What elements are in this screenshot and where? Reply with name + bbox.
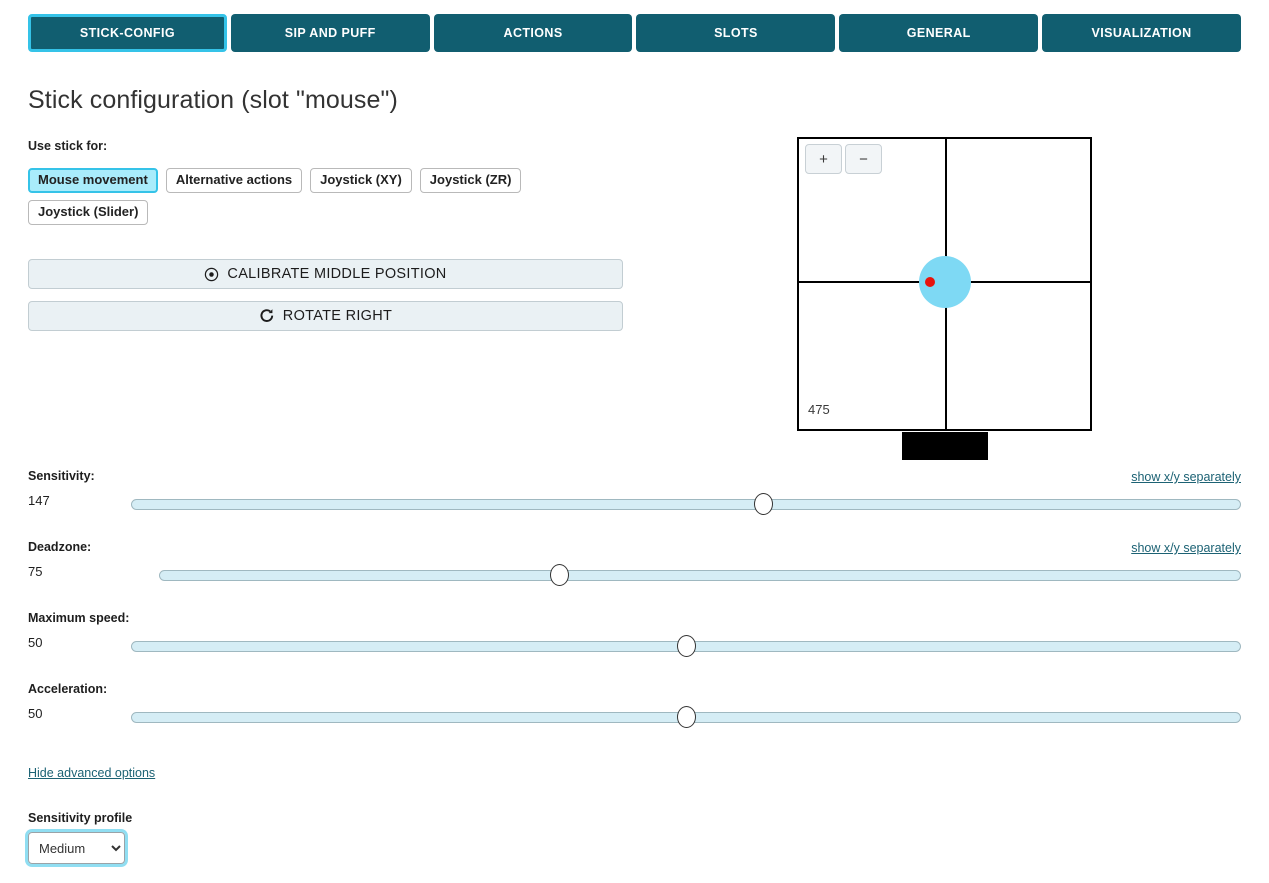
main-tab-bar: STICK-CONFIG SIP AND PUFF ACTIONS SLOTS GENE…: [28, 14, 1241, 52]
visualization-reading-value: 475: [808, 402, 830, 417]
slider-track-acceleration[interactable]: [131, 706, 1241, 728]
target-icon: [204, 267, 219, 282]
sensitivity-profile-select-wrapper: Medium: [28, 832, 125, 864]
calibrate-middle-position-button[interactable]: CALIBRATE MIDDLE POSITION: [28, 259, 623, 289]
slider-value-maximum-speed: 50: [28, 635, 43, 650]
slider-thumb-sensitivity[interactable]: [754, 493, 774, 515]
rotate-right-button[interactable]: ROTATE RIGHT: [28, 301, 623, 331]
slider-track-maximum-speed[interactable]: [131, 635, 1241, 657]
tab-sip-and-puff[interactable]: SIP AND PUFF: [230, 14, 430, 52]
calibrate-button-label: CALIBRATE MIDDLE POSITION: [227, 266, 447, 282]
tab-stick-config[interactable]: STICK-CONFIG: [28, 14, 227, 52]
stick-option-mouse-movement[interactable]: Mouse movement: [28, 168, 158, 193]
stick-option-joystick-xy[interactable]: Joystick (XY): [310, 168, 412, 193]
slider-value-deadzone: 75: [28, 564, 43, 579]
slider-thumb-acceleration[interactable]: [676, 706, 696, 728]
tab-actions[interactable]: ACTIONS: [433, 14, 633, 52]
use-stick-for-label: Use stick for:: [28, 139, 108, 153]
slider-track-fill-sensitivity: [131, 499, 1241, 510]
show-xy-separately-link-sensitivity[interactable]: show x/y separately: [1131, 470, 1241, 484]
tab-slots[interactable]: SLOTS: [636, 14, 836, 52]
zoom-in-button[interactable]: +: [805, 144, 842, 174]
stick-option-alternative-actions[interactable]: Alternative actions: [165, 168, 303, 193]
tab-general[interactable]: GENERAL: [839, 14, 1039, 52]
slider-thumb-maximum-speed[interactable]: [676, 635, 696, 657]
stick-option-joystick-slider[interactable]: Joystick (Slider): [28, 200, 149, 225]
slider-value-sensitivity: 147: [28, 493, 50, 508]
rotate-button-label: ROTATE RIGHT: [282, 308, 393, 324]
slider-value-acceleration: 50: [28, 706, 43, 721]
slider-track-fill-deadzone: [159, 570, 1241, 581]
hide-advanced-options-link[interactable]: Hide advanced options: [28, 766, 155, 780]
page-title: Stick configuration (slot "mouse"): [28, 86, 398, 114]
rotate-right-icon: [259, 308, 275, 324]
slider-label-maximum-speed: Maximum speed:: [28, 611, 130, 625]
use-stick-for-options: Mouse movement Alternative actions Joystic…: [28, 168, 648, 225]
slider-label-deadzone: Deadzone:: [28, 540, 92, 554]
sensitivity-profile-select[interactable]: Medium: [28, 832, 125, 864]
slider-track-deadzone[interactable]: [159, 564, 1241, 586]
sensitivity-profile-label: Sensitivity profile: [28, 811, 133, 825]
slider-track-sensitivity[interactable]: [131, 493, 1241, 515]
show-xy-separately-link-deadzone[interactable]: show x/y separately: [1131, 541, 1241, 555]
joystick-visualization[interactable]: + − 475: [797, 137, 1092, 431]
visualization-zoom-controls: + −: [805, 144, 882, 174]
stick-option-joystick-zr[interactable]: Joystick (ZR): [419, 168, 522, 193]
stick-position-dot: [925, 277, 935, 287]
slider-thumb-deadzone[interactable]: [549, 564, 569, 586]
tab-visualization[interactable]: VISUALIZATION: [1042, 14, 1241, 52]
visualization-progress-bar: [902, 432, 988, 460]
zoom-out-button[interactable]: −: [845, 144, 882, 174]
slider-label-acceleration: Acceleration:: [28, 682, 108, 696]
slider-label-sensitivity: Sensitivity:: [28, 469, 95, 483]
